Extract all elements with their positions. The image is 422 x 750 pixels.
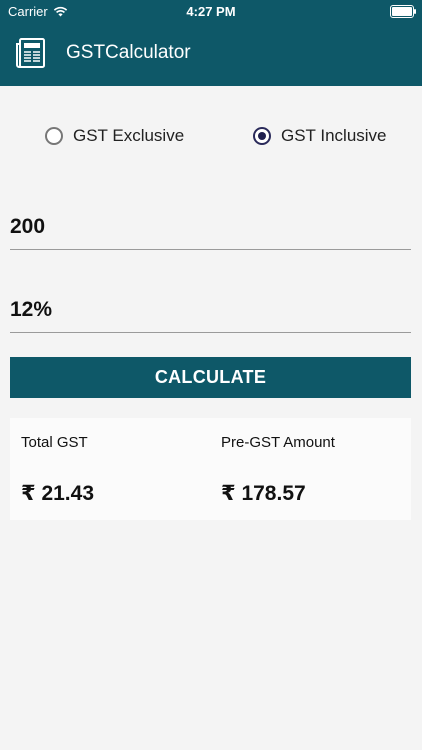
calculate-button[interactable]: CALCULATE — [10, 357, 411, 398]
radio-gst-inclusive[interactable]: GST Inclusive — [253, 126, 387, 146]
total-gst-label: Total GST — [21, 434, 88, 451]
gst-mode-selector: GST Exclusive GST Inclusive — [0, 122, 422, 152]
radio-label: GST Exclusive — [73, 126, 185, 145]
app-header: GSTCalculator — [0, 24, 422, 86]
newspaper-icon — [16, 38, 45, 68]
top-bar: Carrier 4:27 PM GSTCalculator — [0, 0, 422, 86]
amount-value: 200 — [10, 215, 46, 238]
status-bar: Carrier 4:27 PM — [0, 0, 422, 22]
results-card: Total GST ₹ 21.43 Pre-GST Amount ₹ 178.5… — [10, 418, 411, 520]
battery-icon — [390, 5, 416, 18]
total-gst-value: ₹ 21.43 — [21, 482, 94, 505]
radio-unchecked-icon — [45, 127, 63, 145]
radio-gst-exclusive[interactable]: GST Exclusive — [45, 126, 184, 146]
gst-rate-value: 12% — [10, 298, 53, 321]
amount-input[interactable]: 200 — [10, 209, 411, 250]
gst-rate-input[interactable]: 12% — [10, 292, 411, 333]
app-title: GSTCalculator — [66, 42, 191, 63]
radio-label: GST Inclusive — [281, 126, 387, 145]
radio-checked-icon — [253, 127, 271, 145]
pre-gst-label: Pre-GST Amount — [221, 434, 335, 451]
pre-gst-value: ₹ 178.57 — [221, 482, 306, 505]
status-time: 4:27 PM — [186, 4, 236, 19]
